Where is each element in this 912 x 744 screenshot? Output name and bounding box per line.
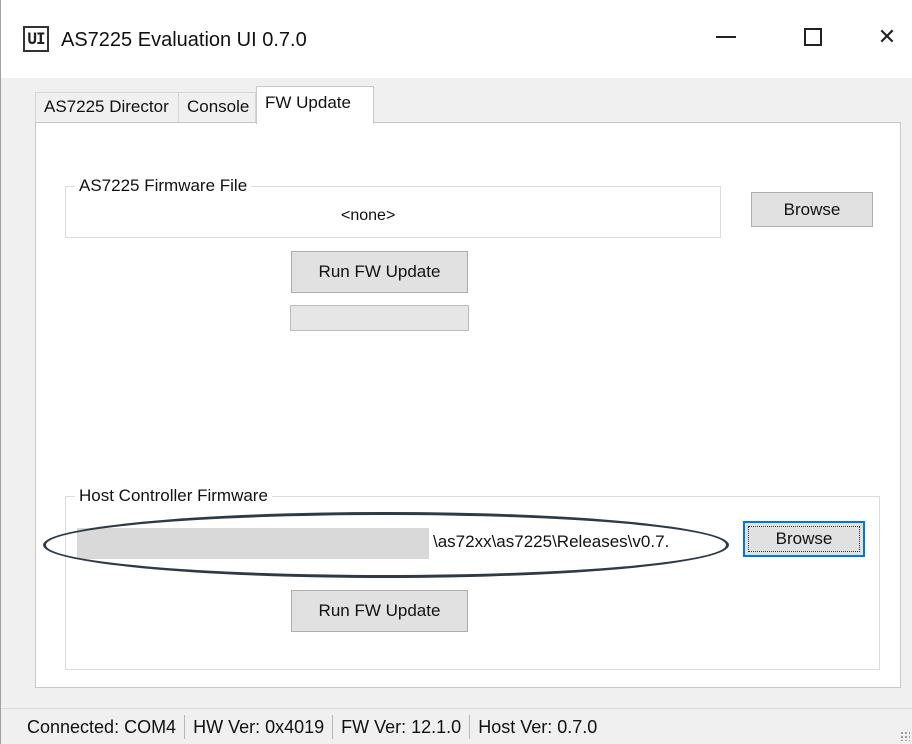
tab-fw-update[interactable]: FW Update bbox=[256, 86, 374, 124]
host-controller-firmware-group-label: Host Controller Firmware bbox=[75, 486, 272, 506]
close-button[interactable]: ✕ bbox=[857, 16, 912, 58]
close-icon: ✕ bbox=[877, 24, 897, 49]
title-bar: UI AS7225 Evaluation UI 0.7.0 ✕ bbox=[1, 0, 912, 78]
firmware-browse-button[interactable]: Browse bbox=[751, 192, 873, 227]
app-window: UI AS7225 Evaluation UI 0.7.0 ✕ AS7225 D… bbox=[0, 0, 912, 744]
window-title: AS7225 Evaluation UI 0.7.0 bbox=[61, 29, 307, 51]
host-firmware-path: \as72xx\as7225\Releases\v0.7. bbox=[433, 532, 670, 551]
minimize-button[interactable] bbox=[696, 16, 756, 58]
host-firmware-browse-label: Browse bbox=[775, 529, 833, 548]
maximize-button[interactable] bbox=[783, 16, 843, 58]
run-fw-update-button[interactable]: Run FW Update bbox=[291, 251, 468, 293]
firmware-file-group-label: AS7225 Firmware File bbox=[75, 176, 252, 196]
app-logo-icon: UI bbox=[23, 26, 49, 52]
fw-update-progress-bar bbox=[290, 305, 469, 331]
resize-grip-icon[interactable] bbox=[900, 731, 910, 741]
maximize-icon bbox=[804, 28, 822, 46]
minimize-icon bbox=[716, 36, 736, 38]
host-run-fw-update-button[interactable]: Run FW Update bbox=[291, 590, 468, 632]
host-firmware-browse-button[interactable]: Browse bbox=[743, 521, 865, 557]
status-fw-version: FW Ver: 12.1.0 bbox=[341, 716, 462, 737]
redacted-path-segment bbox=[77, 528, 429, 559]
status-hw-version: HW Ver: 0x4019 bbox=[193, 716, 325, 737]
status-connection: Connected: COM4 bbox=[27, 716, 177, 737]
status-bar: Connected: COM4 HW Ver: 0x4019 FW Ver: 1… bbox=[1, 708, 912, 744]
tab-console[interactable]: Console bbox=[178, 92, 256, 122]
firmware-file-value: <none> bbox=[341, 207, 396, 224]
tab-as7225-director[interactable]: AS7225 Director bbox=[35, 92, 179, 122]
status-host-version: Host Ver: 0.7.0 bbox=[478, 716, 598, 737]
